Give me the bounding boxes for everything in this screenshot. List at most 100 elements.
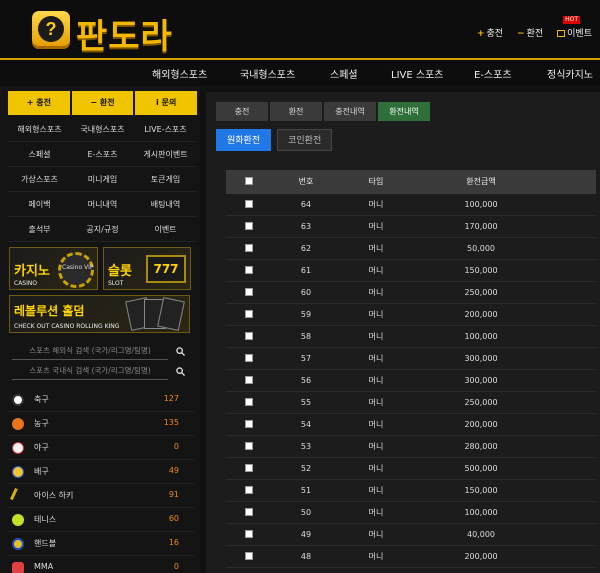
row-checkbox[interactable] [244,200,253,208]
row-checkbox[interactable] [244,464,253,472]
search-overseas-input[interactable]: 스포츠 해외식 검색 (국가/리그명/팀명) [12,342,168,360]
menu-row: 스페셜 E-스포츠 게시판이벤트 [8,142,197,167]
row-number: 49 [300,530,312,539]
table-row[interactable]: 53 머니 280,000 [226,436,596,458]
row-select-cell [226,392,271,414]
krw-exchange-button[interactable]: 원화환전 [216,129,272,151]
table-row[interactable]: 55 머니 250,000 [226,392,596,414]
logo-icon[interactable]: ? [32,11,70,49]
sport-item-volleyball[interactable]: 배구 49 [8,460,195,484]
table-row[interactable]: 49 머니 40,000 [226,524,596,546]
sport-item-tennis[interactable]: 테니스 60 [8,508,195,532]
menu-bet-history[interactable]: 배팅내역 [134,192,197,216]
row-checkbox[interactable] [244,354,253,362]
table-row[interactable]: 51 머니 150,000 [226,480,596,502]
menu-event[interactable]: 이벤트 [134,217,197,241]
inquiry-button[interactable]: i 문의 [135,91,198,115]
tab-charge[interactable]: 충전 [216,102,268,121]
row-checkbox[interactable] [244,288,253,296]
sport-name: 아이스 하키 [34,491,74,500]
row-checkbox[interactable] [244,508,253,516]
sport-item-baseball[interactable]: 야구 0 [8,436,195,460]
table-row[interactable]: 48 머니 200,000 [226,546,596,568]
nav-overseas-sports[interactable]: 해외형스포츠 [152,66,207,81]
rolling-banner-title: 레볼루션 홀덤 [14,304,85,318]
row-checkbox[interactable] [244,442,253,450]
row-checkbox[interactable] [244,222,253,230]
menu-row: 해외형스포츠 국내형스포츠 LIVE-스포츠 [8,117,197,142]
sport-item-ice-hockey[interactable]: 아이스 하키 91 [8,484,195,508]
row-checkbox[interactable] [244,266,253,274]
menu-token-game[interactable]: 토큰게임 [134,167,197,191]
slot-banner[interactable]: 777 슬롯 SLOT [103,247,191,290]
row-checkbox[interactable] [244,530,253,538]
charge-link[interactable]: + 충전 [477,26,503,39]
sport-item-basketball[interactable]: 농구 135 [8,412,195,436]
row-checkbox[interactable] [244,552,253,560]
nav-domestic-sports[interactable]: 국내형스포츠 [240,66,295,81]
nav-live-sports[interactable]: LIVE 스포츠 [391,66,443,81]
row-checkbox[interactable] [244,376,253,384]
casino-vip-label: Casino VIP [62,264,94,271]
row-type: 머니 [368,376,384,385]
menu-board-event[interactable]: 게시판이벤트 [134,142,197,166]
menu-notice[interactable]: 공지/규정 [71,217,134,241]
nav-casino[interactable]: 정식카지노 [547,66,593,81]
select-all-cell [226,170,271,194]
row-checkbox[interactable] [244,486,253,494]
search-icon[interactable] [176,367,185,376]
rolling-banner-sub: CHECK OUT CASINO ROLLING KING [14,323,120,330]
menu-money-history[interactable]: 머니내역 [71,192,134,216]
table-row[interactable]: 56 머니 300,000 [226,370,596,392]
row-checkbox[interactable] [244,398,253,406]
select-all-checkbox[interactable] [244,177,253,185]
menu-overseas-sports[interactable]: 해외형스포츠 [8,117,71,141]
logo-text[interactable]: 판도라 [76,9,173,58]
menu-payback[interactable]: 페이백 [8,192,71,216]
table-row[interactable]: 60 머니 250,000 [226,282,596,304]
table-row[interactable]: 50 머니 100,000 [226,502,596,524]
header-type: 타입 [368,177,384,186]
table-row[interactable]: 59 머니 200,000 [226,304,596,326]
charge-button[interactable]: + 충전 [8,91,70,115]
sport-item-mma[interactable]: MMA 0 [8,556,195,573]
tab-exchange-history[interactable]: 환전내역 [378,102,430,121]
exchange-button[interactable]: − 환전 [71,91,134,115]
menu-domestic-sports[interactable]: 국내형스포츠 [71,117,134,141]
nav-esports[interactable]: E-스포츠 [474,66,512,81]
table-row[interactable]: 52 머니 500,000 [226,458,596,480]
tab-exchange[interactable]: 환전 [270,102,322,121]
table-row[interactable]: 62 머니 50,000 [226,238,596,260]
sport-item-soccer[interactable]: 축구 127 [8,388,195,412]
table-row[interactable]: 57 머니 300,000 [226,348,596,370]
coin-exchange-button[interactable]: 코인환전 [277,129,333,151]
table-row[interactable]: 61 머니 150,000 [226,260,596,282]
table-row[interactable]: 54 머니 200,000 [226,414,596,436]
menu-attendance[interactable]: 출석부 [8,217,71,241]
search-domestic-input[interactable]: 스포츠 국내식 검색 (국가/리그명/팀명) [12,362,168,380]
sport-item-handball[interactable]: 핸드볼 16 [8,532,195,556]
row-checkbox[interactable] [244,420,253,428]
sport-count: 91 [168,490,179,499]
menu-mini-game[interactable]: 미니게임 [71,167,134,191]
table-row[interactable]: 64 머니 100,000 [226,194,596,216]
casino-banner[interactable]: Casino VIP 카지노 CASINO [9,247,98,290]
exchange-link[interactable]: − 환전 [517,26,543,39]
table-row[interactable]: 58 머니 100,000 [226,326,596,348]
menu-live-sports[interactable]: LIVE-스포츠 [134,117,197,141]
nav-special[interactable]: 스페셜 [330,66,358,81]
rolling-banner[interactable]: 레볼루션 홀덤 CHECK OUT CASINO ROLLING KING [9,295,190,333]
row-number: 57 [300,354,312,363]
tab-charge-history[interactable]: 충전내역 [324,102,376,121]
menu-virtual-sports[interactable]: 가상스포츠 [8,167,71,191]
row-checkbox[interactable] [244,332,253,340]
event-label: 이벤트 [567,29,592,39]
event-link[interactable]: HOT 이벤트 [557,16,592,39]
table-row[interactable]: 63 머니 170,000 [226,216,596,238]
row-checkbox[interactable] [244,244,253,252]
row-checkbox[interactable] [244,310,253,318]
menu-esports[interactable]: E-스포츠 [71,142,134,166]
menu-special[interactable]: 스페셜 [8,142,71,166]
search-icon[interactable] [176,347,185,356]
row-amount: 300,000 [464,354,498,363]
